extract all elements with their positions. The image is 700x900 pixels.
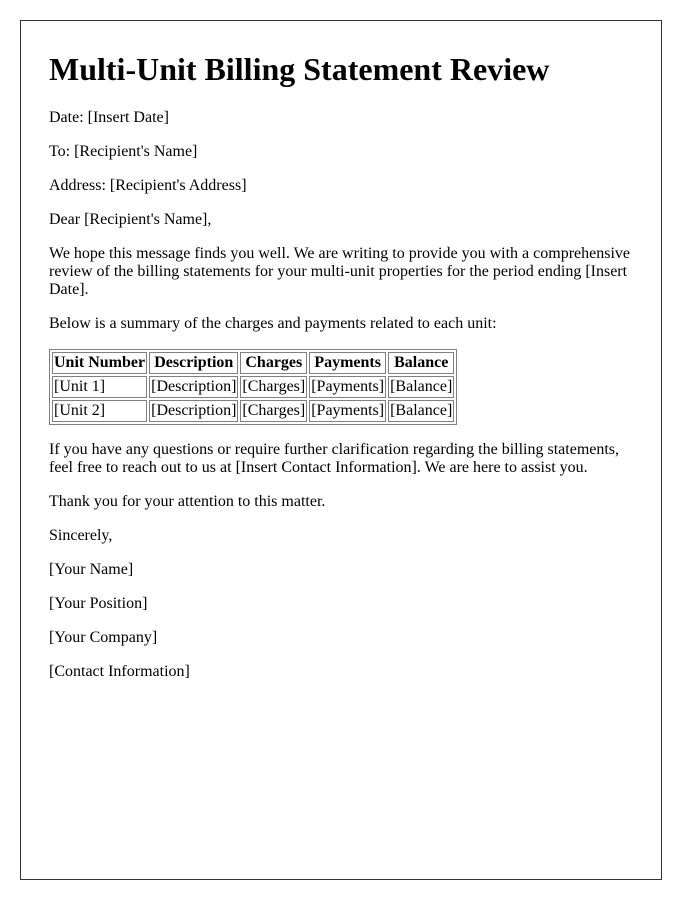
signature-position: [Your Position] bbox=[49, 595, 148, 612]
thanks-line: Thank you for your attention to this mat… bbox=[49, 493, 326, 510]
header-payments: Payments bbox=[309, 352, 387, 374]
signature-contact: [Contact Information] bbox=[49, 663, 190, 680]
signature-name: [Your Name] bbox=[49, 561, 134, 578]
table-header-row: Unit Number Description Charges Payments… bbox=[52, 352, 455, 374]
header-description: Description bbox=[149, 352, 239, 374]
billing-summary-table: Unit Number Description Charges Payments… bbox=[49, 349, 458, 425]
table-row: [Unit 1] [Description] [Charges] [Paymen… bbox=[52, 376, 455, 398]
closing: Sincerely, bbox=[49, 527, 113, 544]
letter-content: Multi-Unit Billing Statement Review Date… bbox=[21, 51, 661, 681]
cell-description: [Description] bbox=[149, 376, 239, 398]
letter-page: Multi-Unit Billing Statement Review Date… bbox=[20, 20, 662, 880]
cell-balance: [Balance] bbox=[388, 376, 455, 398]
cell-unit-number: [Unit 2] bbox=[52, 400, 148, 422]
cell-payments: [Payments] bbox=[309, 400, 387, 422]
cell-charges: [Charges] bbox=[240, 376, 308, 398]
cell-charges: [Charges] bbox=[240, 400, 308, 422]
header-balance: Balance bbox=[388, 352, 455, 374]
cell-payments: [Payments] bbox=[309, 376, 387, 398]
address-line: Address: [Recipient's Address] bbox=[49, 177, 247, 194]
table-row: [Unit 2] [Description] [Charges] [Paymen… bbox=[52, 400, 455, 422]
questions-paragraph: If you have any questions or require fur… bbox=[49, 441, 620, 476]
cell-balance: [Balance] bbox=[388, 400, 455, 422]
recipient-line: To: [Recipient's Name] bbox=[49, 143, 198, 160]
salutation: Dear [Recipient's Name], bbox=[49, 211, 212, 228]
date-line: Date: [Insert Date] bbox=[49, 109, 169, 126]
cell-description: [Description] bbox=[149, 400, 239, 422]
cell-unit-number: [Unit 1] bbox=[52, 376, 148, 398]
document-title: Multi-Unit Billing Statement Review bbox=[49, 51, 550, 87]
intro-paragraph: We hope this message finds you well. We … bbox=[49, 245, 630, 298]
signature-company: [Your Company] bbox=[49, 629, 158, 646]
summary-intro: Below is a summary of the charges and pa… bbox=[49, 315, 497, 332]
header-charges: Charges bbox=[240, 352, 308, 374]
header-unit-number: Unit Number bbox=[52, 352, 148, 374]
